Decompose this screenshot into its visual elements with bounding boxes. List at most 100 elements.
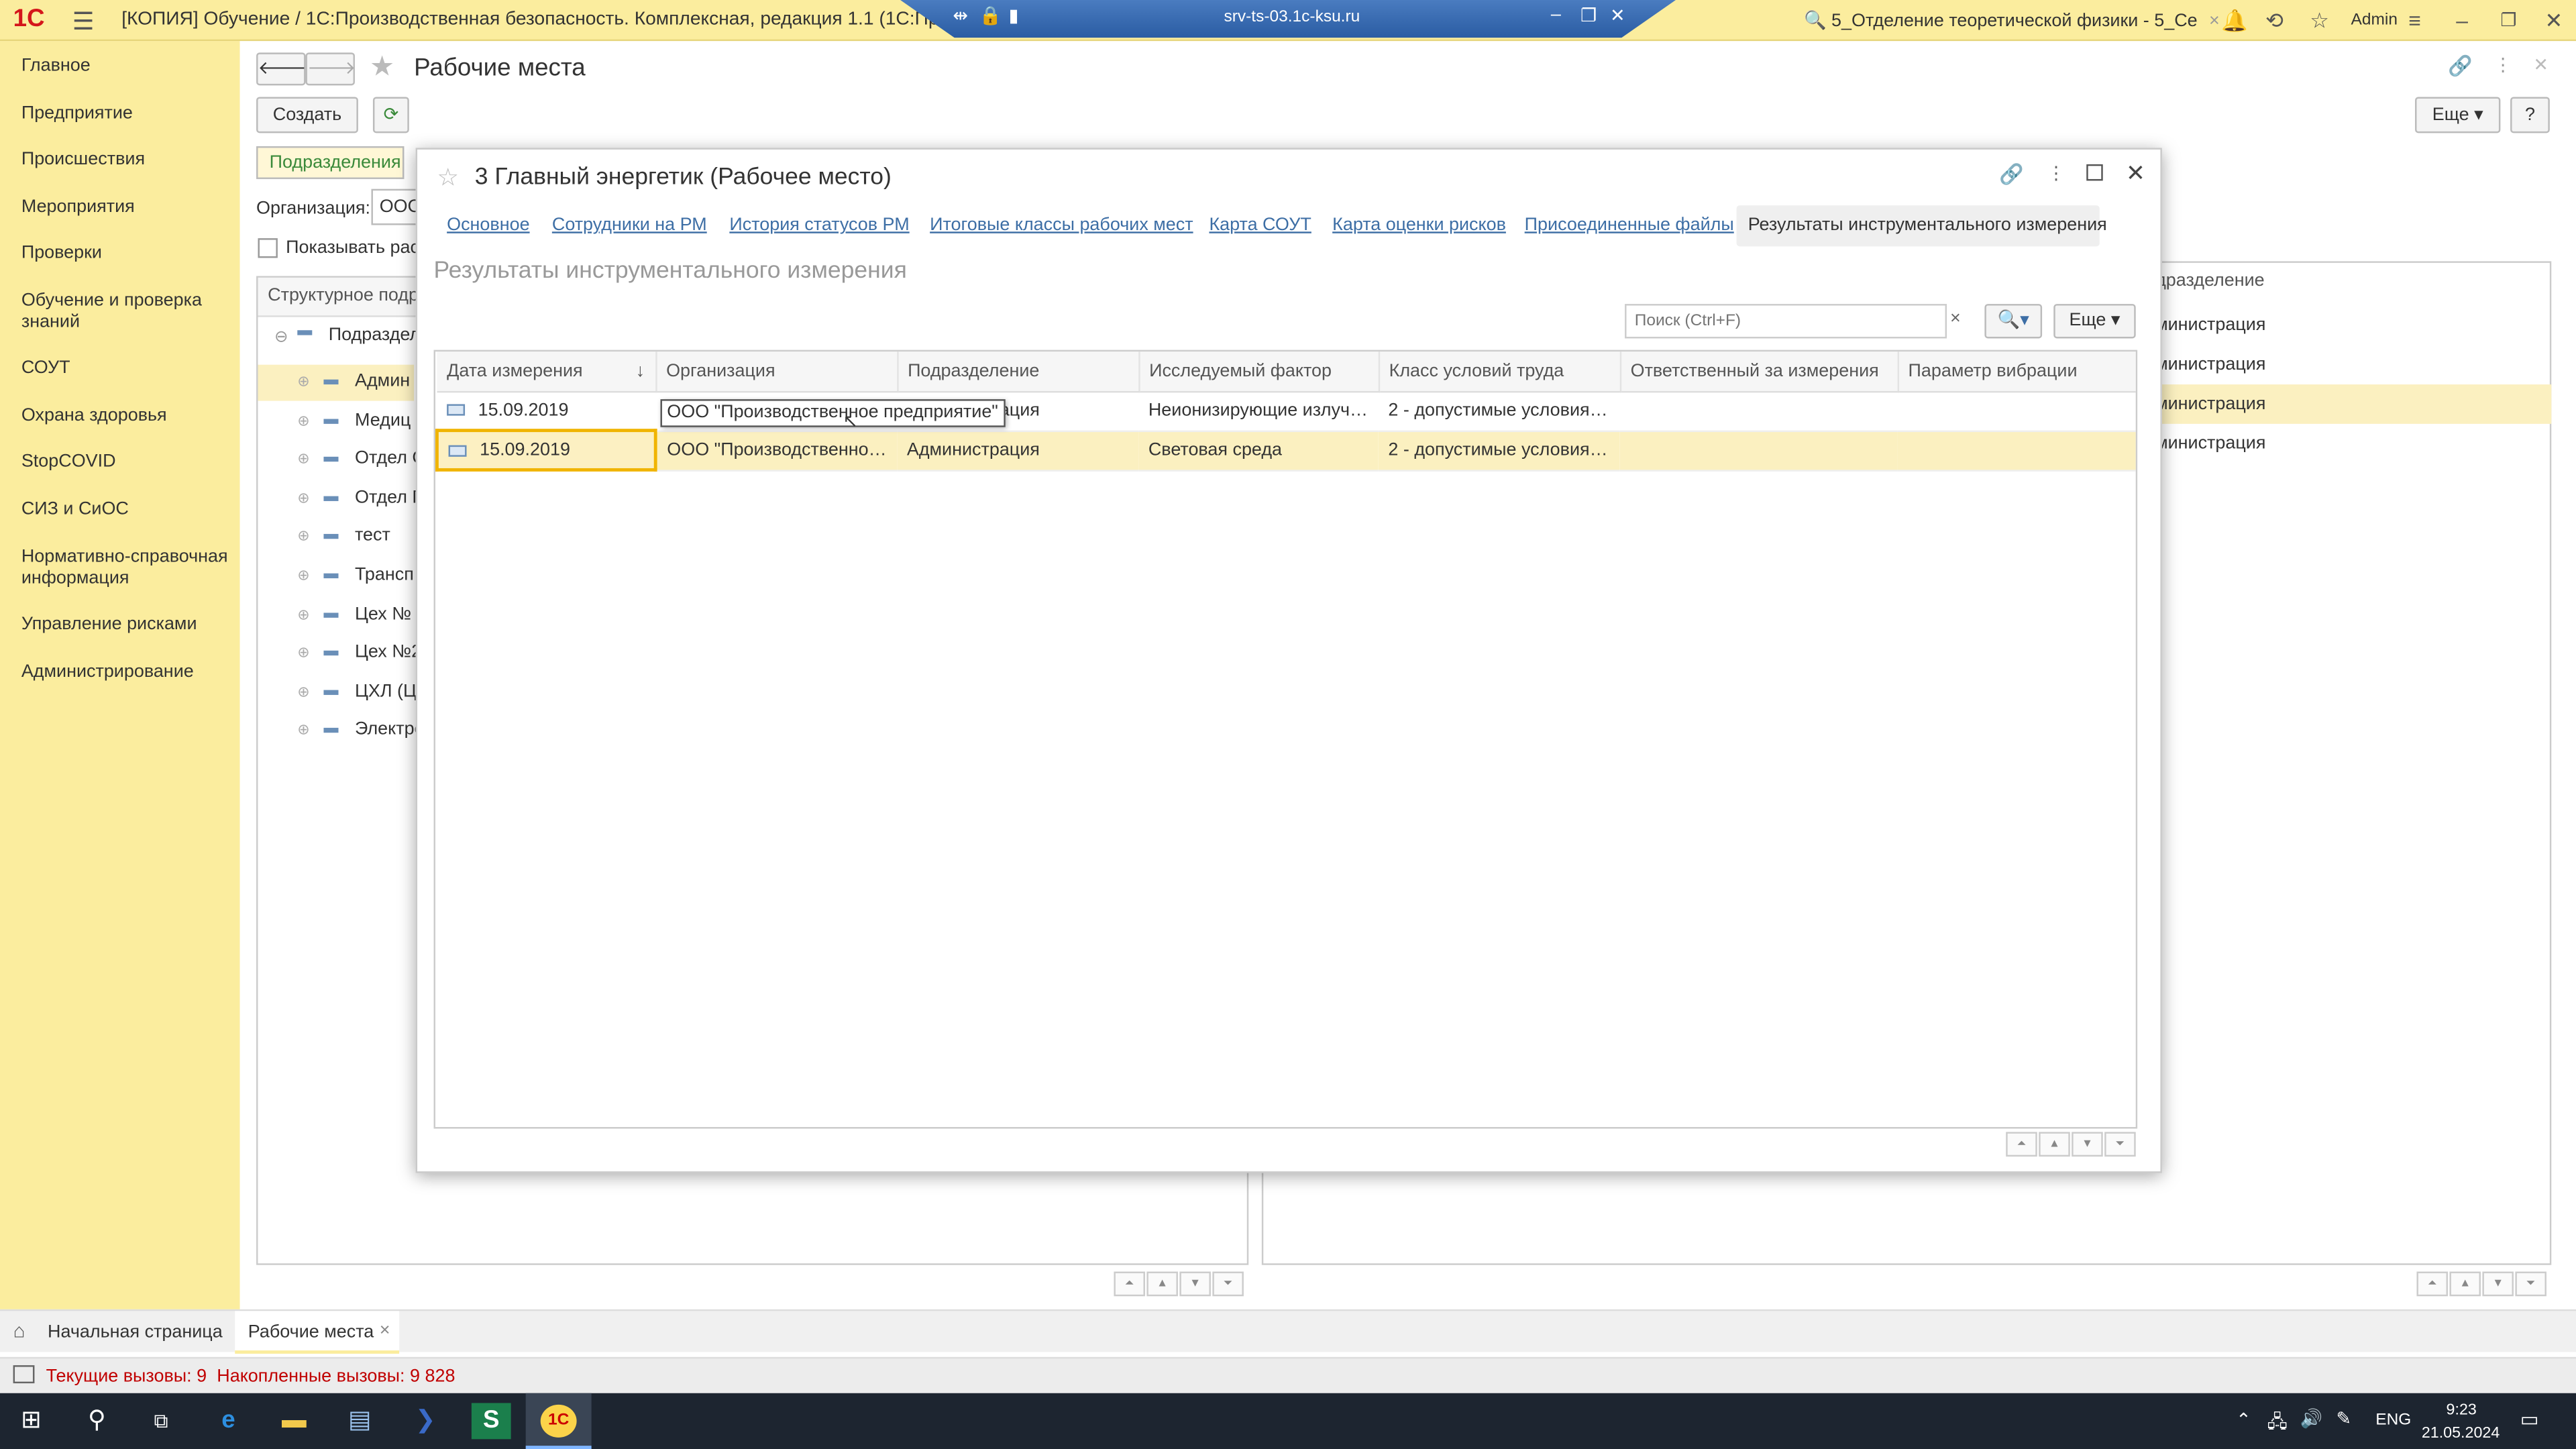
settings-menu-icon[interactable]: ≡ [2408,8,2421,33]
tab-risk-card[interactable]: Карта оценки рисков [1332,215,1506,235]
tree-item[interactable]: ⊕ Электро [258,714,424,750]
table-row-selected[interactable]: 15.09.2019 ООО "Производственное предпри… [435,429,2136,472]
sidebar-item-ppe[interactable]: СИЗ и СиОС [21,499,231,521]
server-manager-icon[interactable]: ▤ [340,1403,380,1439]
windows-start-icon[interactable]: ⊞ [11,1403,51,1439]
forward-button[interactable]: 🡒 [305,52,356,86]
clear-search-icon[interactable]: × [2209,11,2220,31]
col-vibration[interactable]: Параметр вибрации [1897,352,2136,392]
first-row-icon[interactable]: ⏶ [1114,1271,1145,1297]
modal-more-vert-icon[interactable]: ⋮ [2047,162,2065,184]
star-icon[interactable]: ☆ [2310,8,2329,34]
rdp-restore-icon[interactable]: ❐ [1580,5,1597,26]
favorite-star-icon[interactable]: ★ [370,51,394,84]
sidebar-item-training[interactable]: Обучение и проверка знаний [21,290,231,333]
tab-sout-card[interactable]: Карта СОУТ [1209,215,1311,235]
maximize-icon[interactable] [2086,164,2103,181]
form-close-icon[interactable]: ✕ [2533,54,2548,75]
close-icon[interactable]: ✕ [2545,8,2563,34]
tab-close-icon[interactable]: × [380,1321,390,1340]
rdp-minimize-icon[interactable]: – [1551,5,1561,24]
expand-icon[interactable]: ⊕ [297,489,309,507]
modal-close-icon[interactable]: ✕ [2126,160,2145,188]
list-row[interactable]: министрация [2155,315,2265,335]
prev-row-icon[interactable]: ▲ [2449,1271,2481,1297]
col-factor[interactable]: Исследуемый фактор [1138,352,1379,392]
tab-departments[interactable]: Подразделения [256,146,405,179]
tree-item[interactable]: ⊕ Админ [258,364,415,401]
sidebar-item-stopcovid[interactable]: StopCOVID [21,451,231,473]
notifications-icon[interactable]: ▭ [2520,1408,2539,1431]
last-row-icon[interactable]: ⏷ [2515,1271,2546,1297]
main-more-button[interactable]: Еще ▾ [2415,97,2501,133]
first-row-icon[interactable]: ⏶ [2416,1271,2449,1297]
modal-link-icon[interactable]: 🔗 [1999,162,2024,185]
expand-icon[interactable]: ⊕ [297,683,309,701]
expand-icon[interactable]: ⊕ [297,373,309,391]
tree-item[interactable]: ⊕ Медиц [258,403,414,439]
tree-item[interactable]: ⊕ тест [258,520,414,556]
calls-icon[interactable] [13,1365,35,1384]
search-icon[interactable]: ⚲ [77,1403,117,1439]
last-row-icon[interactable]: ⏷ [1212,1271,1244,1297]
tree-item[interactable]: ⊕ ЦХЛ (Ц [258,675,417,711]
sidebar-item-incidents[interactable]: Происшествия [21,150,231,171]
collapse-icon[interactable]: ⊖ [274,329,288,347]
restore-icon[interactable]: ❐ [2500,10,2516,31]
tab-final-classes[interactable]: Итоговые классы рабочих мест [930,215,1193,235]
link-icon[interactable]: 🔗 [2448,54,2473,77]
user-name[interactable]: Admin [2351,11,2398,30]
bell-icon[interactable]: 🔔 [2221,8,2248,34]
volume-icon[interactable]: 🔊 [2300,1408,2323,1429]
col-org[interactable]: Организация [655,352,898,392]
expand-icon[interactable]: ⊕ [297,606,309,624]
tree-item[interactable]: ⊕ Цех № [258,597,414,633]
tree-item[interactable]: ⊕ Трансп [258,559,414,595]
expand-icon[interactable]: ⊕ [297,528,309,546]
clock-date[interactable]: 21.05.2024 [2422,1424,2500,1442]
sidebar-item-admin[interactable]: Администрирование [21,662,231,684]
taskbar-1c-app[interactable]: 1С [525,1393,592,1449]
sidebar-item-reference[interactable]: Нормативно-справочная информация [21,547,231,590]
tab-main[interactable]: Основное [447,215,529,235]
home-icon[interactable]: ⌂ [13,1320,25,1342]
accum-calls[interactable]: Накопленные вызовы: 9 828 [217,1367,455,1387]
tab-employees[interactable]: Сотрудники на РМ [552,215,707,235]
col-date[interactable]: Дата измерения ↓ [437,352,657,392]
search-button[interactable]: 🔍▾ [1984,304,2043,339]
first-row-icon[interactable]: ⏶ [2006,1132,2037,1157]
sidebar-item-risks[interactable]: Управление рисками [21,614,231,636]
tab-home-page[interactable]: Начальная страница [48,1322,223,1342]
create-button[interactable]: Создать [256,97,358,133]
1c-logo[interactable]: 1С [13,5,45,33]
next-row-icon[interactable]: ▼ [1179,1271,1211,1297]
tab-workplaces[interactable]: Рабочие места × [235,1311,400,1354]
sidebar-item-sout[interactable]: СОУТ [21,358,231,380]
show-checkbox[interactable] [258,238,278,258]
sidebar-item-enterprise[interactable]: Предприятие [21,103,231,125]
network-icon[interactable]: 🖧 [2267,1408,2288,1440]
tab-measurements[interactable]: Результаты инструментального измерения [1736,205,2107,247]
expand-icon[interactable]: ⊕ [297,567,309,585]
sidebar-item-events[interactable]: Мероприятия [21,197,231,219]
tree-item[interactable]: ⊕ Отдел С [258,442,425,478]
prev-row-icon[interactable]: ▲ [2039,1132,2070,1157]
col-dept[interactable]: Подразделение [897,352,1140,392]
list-row[interactable]: министрация [2155,355,2265,374]
current-calls[interactable]: Текущие вызовы: 9 [46,1367,207,1387]
expand-icon[interactable]: ⊕ [297,644,309,662]
expand-icon[interactable]: ⊕ [297,722,309,740]
tree-item[interactable]: ⊕ Отдел Г [258,481,422,517]
more-vert-icon[interactable]: ⋮ [2494,54,2512,75]
minimize-icon[interactable]: – [2456,8,2468,33]
task-view-icon[interactable]: ⧉ [142,1403,181,1439]
list-row[interactable]: министрация [2155,434,2265,453]
language-indicator[interactable]: ENG [2375,1411,2411,1430]
help-button[interactable]: ? [2510,97,2550,133]
modal-star-icon[interactable]: ☆ [437,162,459,193]
tab-files[interactable]: Присоединенные файлы [1525,215,1734,235]
prev-row-icon[interactable]: ▲ [1146,1271,1178,1297]
ie-icon[interactable]: e [209,1403,248,1439]
refresh-icon[interactable]: ⟳ [372,97,409,133]
tab-status-history[interactable]: История статусов РМ [729,215,909,235]
